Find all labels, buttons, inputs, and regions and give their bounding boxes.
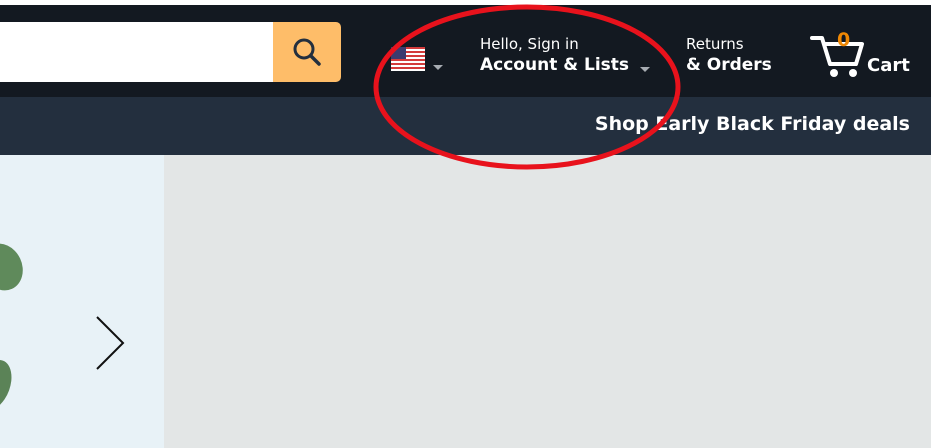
account-and-lists[interactable]: Hello, Sign in Account & Lists (480, 34, 650, 76)
account-greeting: Hello, Sign in (480, 35, 579, 53)
us-flag-icon (391, 47, 425, 71)
top-navbar: Hello, Sign in Account & Lists Returns &… (0, 5, 931, 97)
hero-image-panel (0, 155, 164, 448)
language-selector[interactable] (391, 47, 445, 75)
hero-banner-panel (164, 155, 931, 448)
cart-button[interactable]: 0 Cart (810, 28, 920, 82)
orders-label: & Orders (686, 55, 772, 75)
account-lists-label: Account & Lists (480, 55, 630, 75)
search-button[interactable] (273, 22, 341, 82)
black-friday-deals-link[interactable]: Shop Early Black Friday deals (595, 113, 910, 135)
plant-leaf-image (0, 243, 23, 411)
chevron-down-icon (640, 67, 650, 72)
cart-label: Cart (867, 55, 910, 76)
sub-navbar: Shop Early Black Friday deals (0, 97, 931, 155)
chevron-right-icon (96, 316, 125, 370)
carousel-next-button[interactable] (92, 313, 128, 373)
search-icon (293, 38, 321, 66)
returns-and-orders[interactable]: Returns & Orders (686, 34, 772, 76)
cart-count: 0 (837, 29, 851, 51)
chevron-down-icon (433, 65, 443, 70)
search-input[interactable] (0, 22, 274, 82)
returns-label: Returns (686, 35, 744, 53)
